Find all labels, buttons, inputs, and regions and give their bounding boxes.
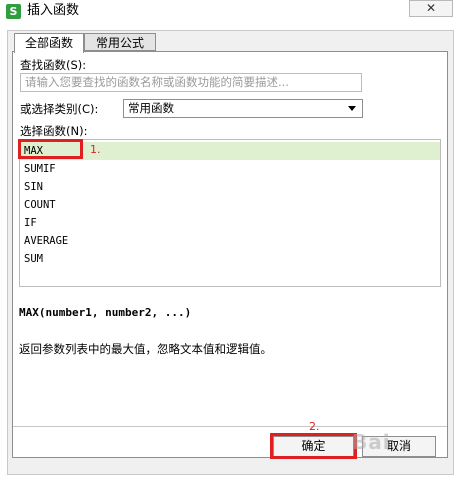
- highlight-box-ok: [270, 433, 357, 459]
- category-label: 或选择类别(C):: [20, 102, 99, 116]
- list-item-sin[interactable]: SIN: [20, 178, 440, 196]
- step1-annotation: 1.: [90, 143, 101, 156]
- search-label: 查找函数(S):: [20, 58, 87, 72]
- function-description: 返回参数列表中的最大值，忽略文本值和逻辑值。: [19, 342, 272, 356]
- tab-all-functions[interactable]: 全部函数: [14, 33, 84, 53]
- category-select[interactable]: 常用函数: [123, 99, 363, 118]
- title-bar: S 插入函数 ✕: [0, 0, 460, 22]
- step2-annotation: 2.: [309, 420, 320, 433]
- footer-divider: [13, 426, 447, 427]
- list-item-max[interactable]: MAX: [20, 142, 440, 160]
- wps-app-icon: S: [6, 4, 21, 19]
- list-item-sumif[interactable]: SUMIF: [20, 160, 440, 178]
- list-item-if[interactable]: IF: [20, 214, 440, 232]
- function-signature: MAX(number1, number2, ...): [19, 306, 192, 319]
- search-input[interactable]: 请输入您要查找的函数名称或函数功能的简要描述...: [20, 73, 362, 92]
- function-list-label: 选择函数(N):: [20, 124, 88, 138]
- category-selected-value: 常用函数: [128, 101, 174, 115]
- chevron-down-icon: [348, 106, 356, 111]
- highlight-box-max: [18, 139, 83, 159]
- list-item-average[interactable]: AVERAGE: [20, 232, 440, 250]
- close-button[interactable]: ✕: [409, 0, 453, 17]
- function-listbox[interactable]: MAX SUMIF SIN COUNT IF AVERAGE SUM: [19, 139, 441, 287]
- cancel-button[interactable]: 取消: [362, 436, 436, 457]
- list-item-count[interactable]: COUNT: [20, 196, 440, 214]
- list-item-sum[interactable]: SUM: [20, 250, 440, 268]
- tab-common-formulas[interactable]: 常用公式: [84, 33, 156, 51]
- dialog-title: 插入函数: [27, 3, 80, 18]
